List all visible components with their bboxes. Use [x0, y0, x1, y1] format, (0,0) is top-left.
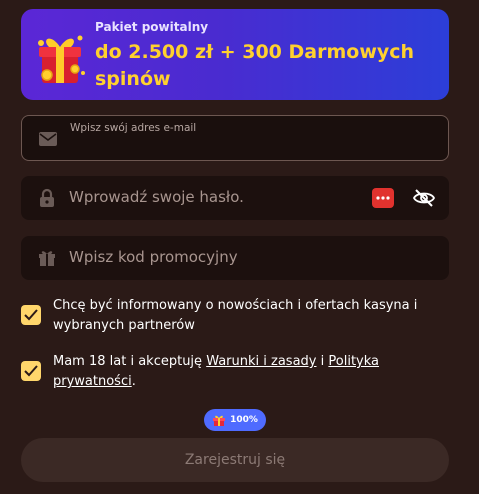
consent-news-text: Chcę być informowany o nowościach i ofer… — [53, 298, 418, 333]
consent-news-checkbox[interactable] — [21, 305, 41, 325]
password-generator-icon[interactable] — [372, 188, 394, 208]
checkmark-icon — [24, 309, 38, 321]
email-field[interactable]: Wpisz swój adres e-mail — [21, 115, 449, 161]
consent-terms-text: Mam 18 lat i akceptuję Warunki i zasady … — [53, 352, 451, 392]
register-button-label: Zarejestruj się — [184, 452, 286, 468]
terms-middle: i — [316, 354, 329, 369]
consent-terms-row: Mam 18 lat i akceptuję Warunki i zasady … — [21, 352, 451, 392]
promo-placeholder: Wpisz kod promocyjny — [69, 248, 238, 266]
banner-title: do 2.500 zł + 300 Darmowych spinów — [95, 41, 415, 90]
consent-terms-checkbox[interactable] — [21, 361, 41, 381]
gift-icon — [39, 251, 55, 266]
gift-box-icon — [38, 35, 85, 83]
terms-link[interactable]: Warunki i zasady — [206, 354, 316, 369]
promo-code-field[interactable]: Wpisz kod promocyjny — [21, 236, 449, 280]
register-button[interactable]: Zarejestruj się — [21, 438, 449, 482]
eye-slash-icon[interactable] — [412, 186, 436, 210]
banner-subtitle: Pakiet powitalny — [95, 20, 209, 34]
bonus-percent: 100% — [230, 415, 258, 425]
password-field[interactable]: Wprowadź swoje hasło. — [21, 176, 449, 220]
envelope-icon — [39, 132, 57, 146]
checkmark-icon — [24, 365, 38, 377]
terms-suffix: . — [131, 374, 136, 389]
email-label: Wpisz swój adres e-mail — [70, 122, 197, 134]
consent-news-row: Chcę być informowany o nowościach i ofer… — [21, 296, 451, 336]
welcome-banner: Pakiet powitalny do 2.500 zł + 300 Darmo… — [21, 9, 449, 100]
terms-prefix: Mam 18 lat i akceptuję — [53, 354, 207, 369]
lock-icon — [40, 188, 54, 207]
bonus-progress-badge: 100% — [204, 409, 266, 431]
password-placeholder: Wprowadź swoje hasło. — [69, 188, 244, 206]
gift-icon — [213, 415, 226, 426]
